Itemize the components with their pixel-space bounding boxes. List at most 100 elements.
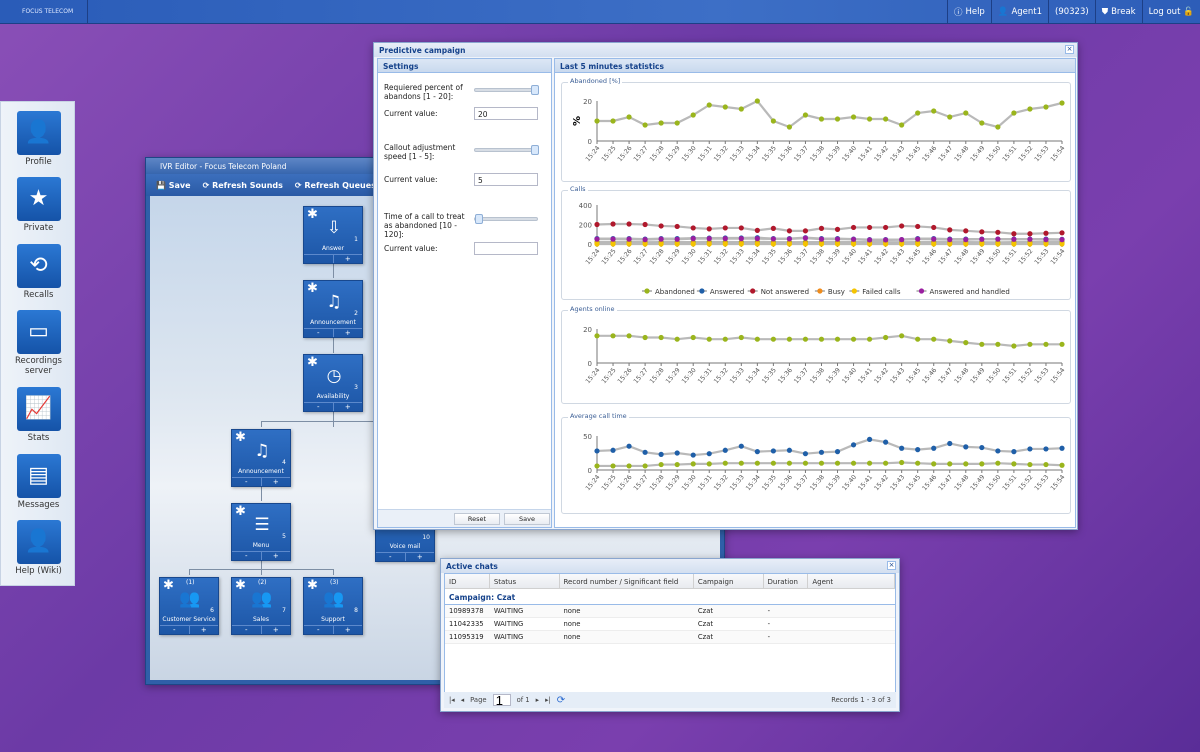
setting-slider[interactable] <box>474 214 538 224</box>
data-point <box>802 228 809 234</box>
node-label: Customer Service <box>162 616 216 623</box>
ivr-node-announcement[interactable]: ✱ ♫ 4 Announcement - + <box>231 429 291 487</box>
column-header[interactable]: Duration <box>764 574 809 588</box>
settings-asterisk-icon[interactable]: ✱ <box>235 578 246 593</box>
collapse-button[interactable]: - <box>232 478 261 486</box>
legend-entry[interactable]: Not answered <box>761 288 809 296</box>
legend-marker <box>918 288 925 294</box>
current-value-input[interactable]: 20 <box>474 107 538 120</box>
ivr-node-menu[interactable]: ✱ ☰ 5 Menu - + <box>231 503 291 561</box>
pagination-bar: |◂ ◂ Page of 1 ▸ ▸| ⟳ Records 1 - 3 of 3 <box>444 692 896 708</box>
legend-entry[interactable]: Answered and handled <box>930 288 1010 296</box>
expand-button[interactable]: + <box>260 552 291 560</box>
settings-asterisk-icon[interactable]: ✱ <box>307 355 318 370</box>
column-header[interactable]: Status <box>490 574 560 588</box>
collapse-button[interactable]: - <box>160 626 189 634</box>
x-tick-label: 15:45 <box>905 145 922 163</box>
collapse-button[interactable]: - <box>232 552 261 560</box>
settings-asterisk-icon[interactable]: ✱ <box>307 207 318 222</box>
sidebar-item-profile[interactable]: 👤 Profile <box>1 111 76 167</box>
settings-asterisk-icon[interactable]: ✱ <box>163 578 174 593</box>
collapse-button[interactable] <box>304 255 333 263</box>
column-header[interactable]: Agent <box>808 574 895 588</box>
legend-entry[interactable]: Busy <box>828 288 845 296</box>
x-tick-label: 15:42 <box>873 145 890 163</box>
column-header[interactable]: Record number / Significant field <box>560 574 694 588</box>
table-row[interactable]: 11095319 WAITING none Czat - <box>445 631 895 644</box>
data-point <box>1027 446 1033 452</box>
ivr-node-sales[interactable]: ✱ 👥 (2) 7 Sales - + <box>231 577 291 635</box>
settings-asterisk-icon[interactable]: ✱ <box>307 281 318 296</box>
table-row[interactable]: 11042335 WAITING none Czat - <box>445 618 895 631</box>
ivr-node-availability[interactable]: ✱ ◷ 3 Availability - + <box>303 354 363 412</box>
sidebar-item-messages[interactable]: ▤ Messages <box>1 454 76 510</box>
save-settings-button[interactable]: Save <box>504 513 550 525</box>
page-input[interactable] <box>492 694 511 706</box>
slider-thumb[interactable] <box>531 85 539 95</box>
reset-button[interactable]: Reset <box>454 513 500 525</box>
sidebar-item-recordings-server[interactable]: ▭ Recordings server <box>1 310 76 376</box>
legend-entry[interactable]: Abandoned <box>655 288 695 296</box>
expand-button[interactable]: + <box>404 553 435 561</box>
refresh-sounds-button[interactable]: ⟳ Refresh Sounds <box>203 181 283 190</box>
x-tick-label: 15:36 <box>777 474 794 492</box>
ivr-node-announcement[interactable]: ✱ ♫ 2 Announcement - + <box>303 280 363 338</box>
slider-thumb[interactable] <box>531 145 539 155</box>
agent-button[interactable]: 👤 Agent1 <box>990 0 1048 24</box>
close-icon[interactable]: × <box>887 561 896 570</box>
expand-button[interactable]: + <box>332 626 363 634</box>
logout-button[interactable]: Log out 🔓 <box>1141 0 1200 24</box>
expand-button[interactable]: + <box>260 626 291 634</box>
ivr-node-support[interactable]: ✱ 👥 (3) 8 Support - + <box>303 577 363 635</box>
setting-slider[interactable] <box>474 145 539 155</box>
expand-button[interactable]: + <box>260 478 291 486</box>
refresh-queues-button[interactable]: ⟳ Refresh Queues <box>295 181 376 190</box>
data-point <box>690 112 696 118</box>
current-value-input[interactable]: 5 <box>474 173 538 186</box>
slider-thumb[interactable] <box>475 214 483 224</box>
collapse-button[interactable]: - <box>376 553 405 561</box>
sidebar-item-recalls[interactable]: ⟲ Recalls <box>1 244 76 300</box>
help-button[interactable]: ⓘ Help <box>946 0 991 24</box>
sidebar-item-stats[interactable]: 📈 Stats <box>1 387 76 443</box>
last-page-icon[interactable]: ▸| <box>545 696 551 704</box>
cell: - <box>767 633 771 641</box>
settings-asterisk-icon[interactable]: ✱ <box>235 504 246 519</box>
legend-entry[interactable]: Answered <box>710 288 744 296</box>
expand-button[interactable]: + <box>332 255 363 263</box>
save-button[interactable]: 💾 Save <box>156 181 191 190</box>
collapse-button[interactable]: - <box>304 403 333 411</box>
expand-button[interactable]: + <box>332 329 363 337</box>
refresh-icon[interactable]: ⟳ <box>557 695 565 706</box>
data-point <box>1011 461 1017 467</box>
collapse-button[interactable]: - <box>304 329 333 337</box>
settings-asterisk-icon[interactable]: ✱ <box>307 578 318 593</box>
group-header[interactable]: Campaign: Czat <box>445 589 895 605</box>
ivr-node-answer[interactable]: ✱ ⇩ 1 Answer + <box>303 206 363 264</box>
first-page-icon[interactable]: |◂ <box>449 696 455 704</box>
data-point <box>995 241 1001 247</box>
ivr-node-customer-service[interactable]: ✱ 👥 (1) 6 Customer Service - + <box>159 577 219 635</box>
x-tick-label: 15:28 <box>649 367 666 385</box>
current-value-input[interactable] <box>474 242 538 255</box>
prev-page-icon[interactable]: ◂ <box>461 696 464 704</box>
settings-asterisk-icon[interactable]: ✱ <box>235 430 246 445</box>
table-row[interactable]: 10989378 WAITING none Czat - <box>445 605 895 618</box>
column-header[interactable]: ID <box>445 574 490 588</box>
next-page-icon[interactable]: ▸ <box>536 696 539 704</box>
expand-button[interactable]: + <box>188 626 219 634</box>
cell: - <box>767 620 771 628</box>
data-point <box>722 460 728 466</box>
data-point <box>931 108 937 114</box>
collapse-button[interactable]: - <box>304 626 333 634</box>
sidebar-item-help-wiki[interactable]: 👤 Help (Wiki) <box>1 520 76 576</box>
column-header[interactable]: Campaign <box>694 574 764 588</box>
sidebar-item-private[interactable]: ★ Private <box>1 177 76 233</box>
collapse-button[interactable]: - <box>232 626 261 634</box>
expand-button[interactable]: + <box>332 403 363 411</box>
setting-slider[interactable] <box>474 85 539 95</box>
legend-entry[interactable]: Failed calls <box>862 288 901 296</box>
data-point <box>594 118 600 124</box>
close-icon[interactable]: × <box>1065 45 1074 54</box>
break-button[interactable]: ⛊ Break <box>1094 0 1142 24</box>
